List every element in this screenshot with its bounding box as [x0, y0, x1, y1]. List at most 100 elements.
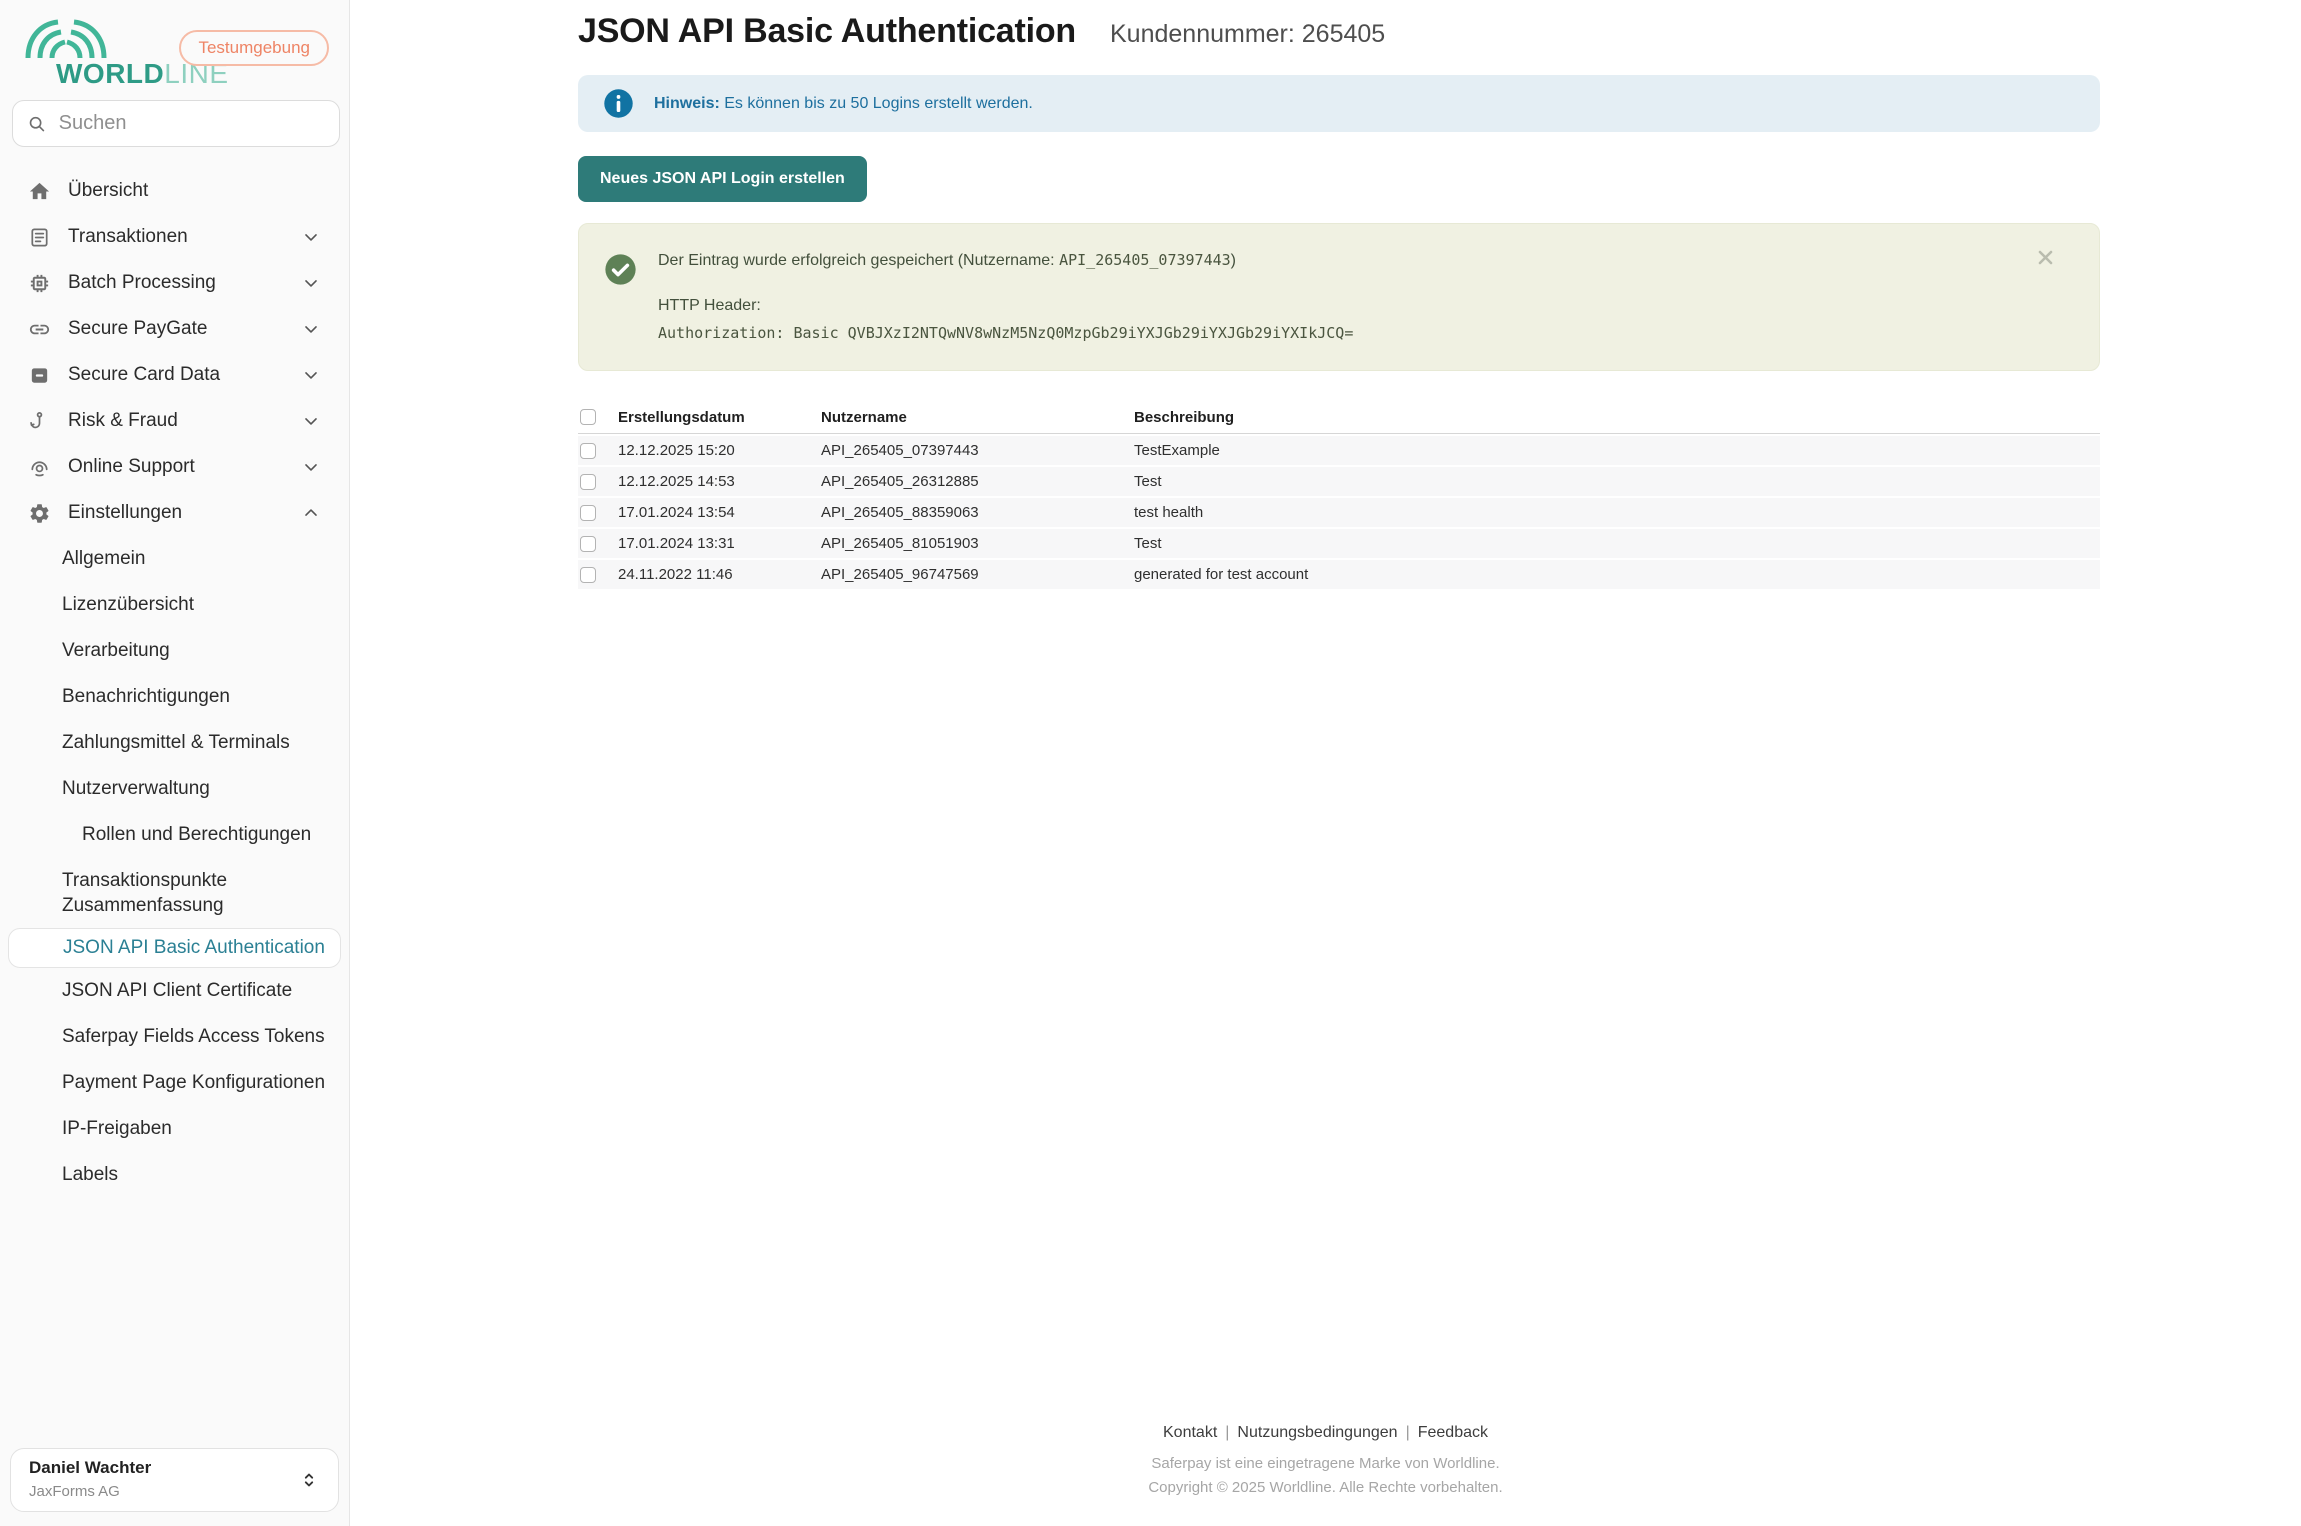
sidebar-item-label: Übersicht	[68, 180, 148, 202]
info-icon	[603, 88, 634, 119]
footer-links: Kontakt|Nutzungsbedingungen|Feedback	[350, 1424, 2301, 1442]
cell-date: 12.12.2025 14:53	[618, 473, 821, 490]
title-row: JSON API Basic Authentication Kundennumm…	[578, 12, 2100, 51]
chevron-down-icon	[301, 319, 321, 339]
user-company: JaxForms AG	[29, 1480, 151, 1504]
search-icon	[27, 113, 47, 135]
column-header-erstellungsdatum: Erstellungsdatum	[618, 409, 821, 426]
user-switcher[interactable]: Daniel Wachter JaxForms AG	[10, 1448, 339, 1512]
sidebar-item-json-api-basic-auth[interactable]: JSON API Basic Authentication	[8, 928, 341, 968]
create-json-api-login-button[interactable]: Neues JSON API Login erstellen	[578, 156, 867, 202]
check-circle-icon	[604, 253, 637, 286]
brand-bold: WORLD	[56, 58, 164, 89]
sidebar-item-zahlungsmittel-terminals[interactable]: Zahlungsmittel & Terminals	[0, 720, 349, 766]
info-banner-text: Hinweis: Es können bis zu 50 Logins erst…	[654, 95, 1033, 113]
cell-date: 17.01.2024 13:54	[618, 504, 821, 521]
cell-description: Test	[1134, 473, 2100, 490]
success-message-body: Der Eintrag wurde erfolgreich gespeicher…	[658, 251, 1353, 342]
sidebar-item-uebersicht[interactable]: Übersicht	[0, 168, 349, 214]
footer-legal: Saferpay ist eine eingetragene Marke von…	[350, 1452, 2301, 1500]
sidebar: WORLDLINE Testumgebung Übersicht Transak…	[0, 0, 350, 1526]
footer-separator: |	[1406, 1424, 1410, 1441]
cell-username: API_265405_26312885	[821, 473, 1134, 490]
cell-date: 12.12.2025 15:20	[618, 442, 821, 459]
sidebar-item-json-api-client-cert[interactable]: JSON API Client Certificate	[0, 968, 349, 1014]
footer-link-kontakt[interactable]: Kontakt	[1163, 1424, 1217, 1441]
info-banner-bold: Hinweis:	[654, 95, 720, 112]
cell-description: Test	[1134, 535, 2100, 552]
footer-link-nutzungsbedingungen[interactable]: Nutzungsbedingungen	[1237, 1424, 1397, 1441]
table-row[interactable]: 17.01.2024 13:31 API_265405_81051903 Tes…	[578, 529, 2100, 558]
chevron-down-icon	[301, 365, 321, 385]
sidebar-item-batch-processing[interactable]: Batch Processing	[0, 260, 349, 306]
cell-username: API_265405_88359063	[821, 504, 1134, 521]
column-header-nutzername: Nutzername	[821, 409, 1134, 426]
sidebar-item-benachrichtigungen[interactable]: Benachrichtigungen	[0, 674, 349, 720]
main-area: JSON API Basic Authentication Kundennumm…	[350, 0, 2301, 1526]
sidebar-item-verarbeitung[interactable]: Verarbeitung	[0, 628, 349, 674]
support-icon	[28, 456, 51, 479]
success-message-box: Der Eintrag wurde erfolgreich gespeicher…	[578, 223, 2100, 371]
sidebar-item-label: Risk & Fraud	[68, 410, 178, 432]
hook-icon	[28, 410, 51, 433]
sidebar-item-nutzerverwaltung[interactable]: Nutzerverwaltung	[0, 766, 349, 812]
sidebar-item-labels[interactable]: Labels	[0, 1152, 349, 1198]
cell-username: API_265405_07397443	[821, 442, 1134, 459]
search-box[interactable]	[12, 100, 340, 147]
sidebar-nav: Übersicht Transaktionen Batch Processing…	[0, 168, 349, 1198]
sidebar-item-transaktionspunkte[interactable]: Transaktionspunkte Zusammenfassung	[0, 858, 349, 928]
row-checkbox[interactable]	[580, 474, 596, 490]
search-input[interactable]	[59, 112, 325, 135]
table-row[interactable]: 24.11.2022 11:46 API_265405_96747569 gen…	[578, 560, 2100, 589]
http-header-label: HTTP Header:	[658, 297, 1353, 315]
footer-copyright: Copyright © 2025 Worldline. Alle Rechte …	[350, 1476, 2301, 1500]
table-header-row: Erstellungsdatum Nutzername Beschreibung	[578, 401, 2100, 434]
table-row[interactable]: 12.12.2025 14:53 API_265405_26312885 Tes…	[578, 467, 2100, 496]
sidebar-item-secure-card-data[interactable]: Secure Card Data	[0, 352, 349, 398]
row-checkbox[interactable]	[580, 443, 596, 459]
sidebar-item-risk-fraud[interactable]: Risk & Fraud	[0, 398, 349, 444]
sidebar-item-einstellungen[interactable]: Einstellungen	[0, 490, 349, 536]
info-banner-message: Es können bis zu 50 Logins erstellt werd…	[720, 95, 1033, 112]
cell-date: 24.11.2022 11:46	[618, 566, 821, 583]
gear-icon	[28, 502, 51, 525]
environment-badge: Testumgebung	[179, 30, 329, 66]
table-row[interactable]: 17.01.2024 13:54 API_265405_88359063 tes…	[578, 498, 2100, 527]
footer: Kontakt|Nutzungsbedingungen|Feedback Saf…	[350, 1424, 2301, 1500]
sidebar-item-rollen-berechtigungen[interactable]: Rollen und Berechtigungen	[0, 812, 349, 858]
sidebar-item-ip-freigaben[interactable]: IP-Freigaben	[0, 1106, 349, 1152]
chevron-down-icon	[301, 273, 321, 293]
footer-trademark: Saferpay ist eine eingetragene Marke von…	[350, 1452, 2301, 1476]
sidebar-item-allgemein[interactable]: Allgemein	[0, 536, 349, 582]
sidebar-item-secure-paygate[interactable]: Secure PayGate	[0, 306, 349, 352]
cell-username: API_265405_81051903	[821, 535, 1134, 552]
card-box-icon	[28, 364, 51, 387]
close-icon[interactable]	[2036, 248, 2055, 267]
sidebar-item-label: Online Support	[68, 456, 195, 478]
home-icon	[28, 180, 51, 203]
page-title: JSON API Basic Authentication	[578, 12, 1076, 51]
sidebar-item-payment-page-konfig[interactable]: Payment Page Konfigurationen	[0, 1060, 349, 1106]
link-icon	[28, 318, 51, 341]
sidebar-item-label: Secure PayGate	[68, 318, 207, 340]
row-checkbox[interactable]	[580, 536, 596, 552]
column-header-beschreibung: Beschreibung	[1134, 409, 2100, 426]
footer-link-feedback[interactable]: Feedback	[1418, 1424, 1488, 1441]
sidebar-item-transaktionen[interactable]: Transaktionen	[0, 214, 349, 260]
cell-description: generated for test account	[1134, 566, 2100, 583]
row-checkbox[interactable]	[580, 567, 596, 583]
select-all-checkbox[interactable]	[580, 409, 596, 425]
customer-number: Kundennummer: 265405	[1110, 20, 1385, 49]
sidebar-item-online-support[interactable]: Online Support	[0, 444, 349, 490]
user-name: Daniel Wachter	[29, 1456, 151, 1480]
sidebar-item-label: Einstellungen	[68, 502, 182, 524]
info-banner: Hinweis: Es können bis zu 50 Logins erst…	[578, 75, 2100, 132]
table-row[interactable]: 12.12.2025 15:20 API_265405_07397443 Tes…	[578, 436, 2100, 465]
sidebar-item-saferpay-fields-tokens[interactable]: Saferpay Fields Access Tokens	[0, 1014, 349, 1060]
updown-chevron-icon	[298, 1469, 320, 1491]
success-username: API_265405_07397443	[1059, 251, 1231, 269]
logins-table: Erstellungsdatum Nutzername Beschreibung…	[578, 401, 2100, 589]
row-checkbox[interactable]	[580, 505, 596, 521]
sidebar-item-lizenzuebersicht[interactable]: Lizenzübersicht	[0, 582, 349, 628]
cell-date: 17.01.2024 13:31	[618, 535, 821, 552]
